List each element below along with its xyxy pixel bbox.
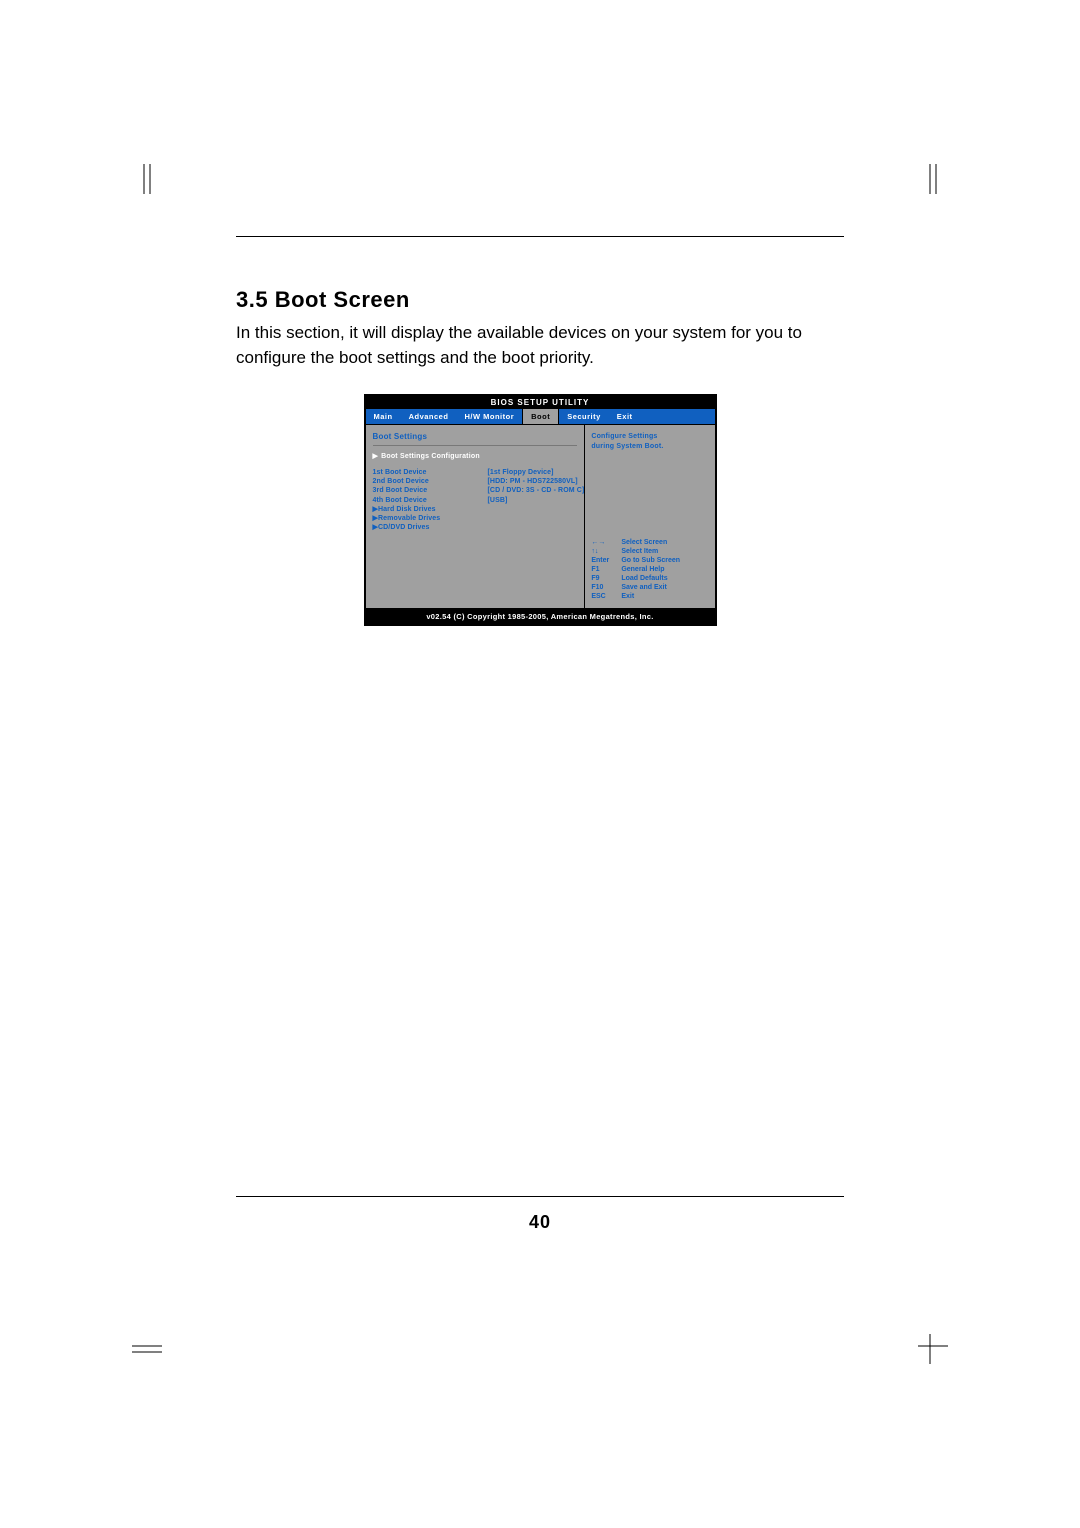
boot-device-row[interactable]: 2nd Boot Device [HDD: PM - HDS722580VL] <box>366 477 585 486</box>
help-line: during System Boot. <box>591 442 708 451</box>
crop-mark-br <box>918 1334 948 1364</box>
footer-rule <box>236 1196 844 1197</box>
boot-device-value: [1st Floppy Device] <box>488 468 554 477</box>
submenu-item[interactable]: ▶CD/DVD Drives <box>366 523 585 532</box>
help-desc: Select Item <box>621 547 658 556</box>
boot-device-row[interactable]: 4th Boot Device [USB] <box>366 496 585 505</box>
help-desc: General Help <box>621 565 664 574</box>
triangle-right-icon: ▶ <box>373 452 379 460</box>
boot-device-label: 4th Boot Device <box>373 496 488 505</box>
help-key: ←→ <box>591 538 621 547</box>
bios-tab-row: Main Advanced H/W Monitor Boot Security … <box>366 409 715 424</box>
section-title: 3.5 Boot Screen <box>236 287 844 313</box>
help-key: F1 <box>591 565 621 574</box>
tab-advanced[interactable]: Advanced <box>401 409 457 424</box>
help-key: Enter <box>591 556 621 565</box>
boot-device-value: [HDD: PM - HDS722580VL] <box>488 477 578 486</box>
boot-device-value: [CD / DVD: 3S - CD - ROM C] <box>488 486 585 495</box>
tab-exit[interactable]: Exit <box>609 409 641 424</box>
section-name: Boot Screen <box>275 287 410 312</box>
crop-mark-tl <box>132 164 162 194</box>
crop-mark-bl <box>132 1334 162 1364</box>
boot-device-label: 2nd Boot Device <box>373 477 488 486</box>
triangle-right-icon: ▶Removable Drives <box>373 514 488 523</box>
help-desc: Load Defaults <box>621 574 667 583</box>
help-desc: Select Screen <box>621 538 667 547</box>
bios-footer: v02.54 (C) Copyright 1985-2005, American… <box>366 608 715 624</box>
page-content: 3.5 Boot Screen In this section, it will… <box>236 236 844 1216</box>
help-desc: Save and Exit <box>621 583 667 592</box>
header-rule <box>236 236 844 237</box>
bios-left-pane: Boot Settings ▶Boot Settings Configurati… <box>366 425 586 608</box>
bios-body: Boot Settings ▶Boot Settings Configurati… <box>366 424 715 608</box>
boot-settings-configuration[interactable]: ▶Boot Settings Configuration <box>366 446 585 464</box>
help-key: ESC <box>591 592 621 601</box>
help-key: F9 <box>591 574 621 583</box>
bios-screenshot: BIOS SETUP UTILITY Main Advanced H/W Mon… <box>364 394 717 626</box>
help-key: F10 <box>591 583 621 592</box>
crop-mark-tr <box>918 164 948 194</box>
help-text: Configure Settings during System Boot. <box>585 425 714 455</box>
boot-device-row[interactable]: 3rd Boot Device [CD / DVD: 3S - CD - ROM… <box>366 486 585 495</box>
boot-device-row[interactable]: 1st Boot Device [1st Floppy Device] <box>366 468 585 477</box>
submenu-label: CD/DVD Drives <box>378 524 429 531</box>
tab-boot[interactable]: Boot <box>523 409 558 424</box>
help-desc: Exit <box>621 592 634 601</box>
bios-titlebar: BIOS SETUP UTILITY <box>366 396 715 409</box>
tab-security[interactable]: Security <box>559 409 609 424</box>
page-number: 40 <box>236 1212 844 1233</box>
bios-right-pane: Configure Settings during System Boot. ←… <box>585 425 714 608</box>
help-key: ↑↓ <box>591 547 621 556</box>
submenu-label: Removable Drives <box>378 515 440 522</box>
key-help: ←→Select Screen ↑↓Select Item EnterGo to… <box>585 538 714 609</box>
submenu-item[interactable]: ▶Removable Drives <box>366 514 585 523</box>
help-desc: Go to Sub Screen <box>621 556 680 565</box>
boot-settings-heading: Boot Settings <box>366 425 585 445</box>
tab-main[interactable]: Main <box>366 409 401 424</box>
tab-hw-monitor[interactable]: H/W Monitor <box>456 409 522 424</box>
boot-device-label: 1st Boot Device <box>373 468 488 477</box>
submenu-label: Boot Settings Configuration <box>381 453 480 460</box>
triangle-right-icon: ▶Hard Disk Drives <box>373 505 488 514</box>
boot-device-label: 3rd Boot Device <box>373 486 488 495</box>
boot-device-value: [USB] <box>488 496 508 505</box>
help-line: Configure Settings <box>591 432 708 441</box>
body-paragraph: In this section, it will display the ava… <box>236 321 844 370</box>
triangle-right-icon: ▶CD/DVD Drives <box>373 523 488 532</box>
submenu-label: Hard Disk Drives <box>378 506 436 513</box>
section-number: 3.5 <box>236 287 268 312</box>
submenu-item[interactable]: ▶Hard Disk Drives <box>366 505 585 514</box>
